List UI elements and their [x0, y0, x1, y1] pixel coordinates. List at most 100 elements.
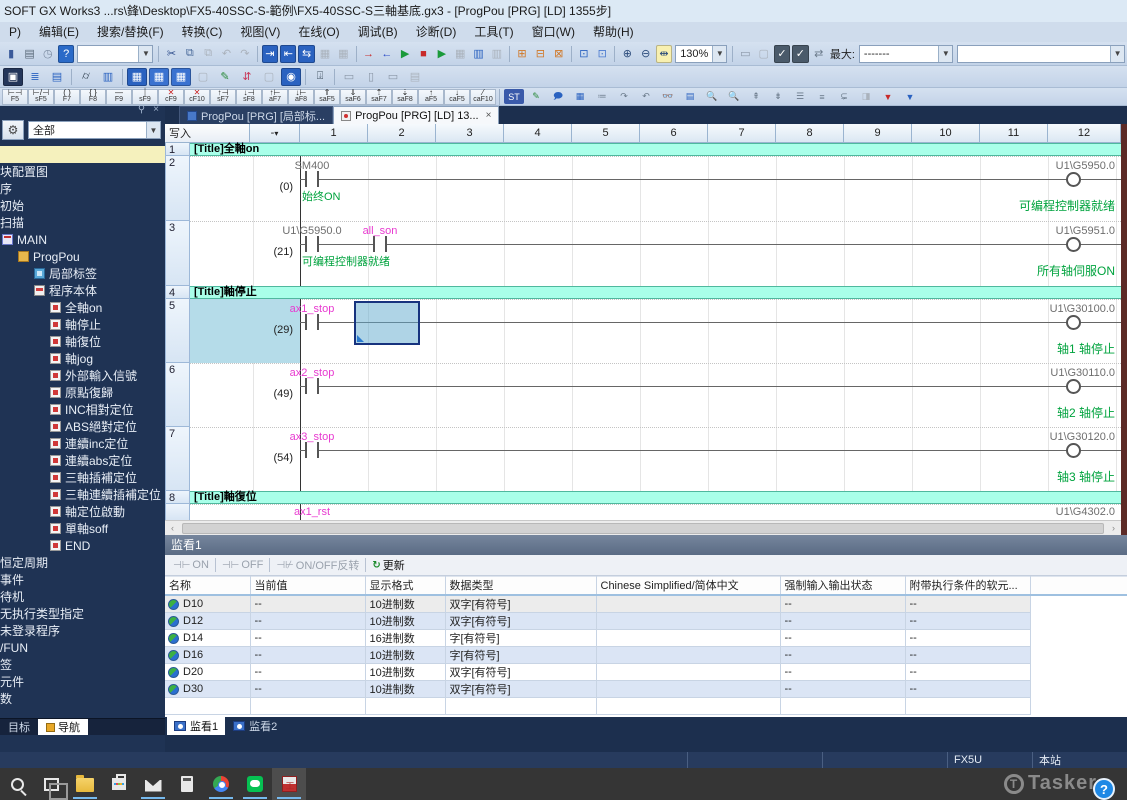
watch-cell-format[interactable]: 10进制数: [365, 663, 446, 681]
taskbar-gxworks3-button[interactable]: [272, 768, 306, 800]
contact-symbol[interactable]: [373, 236, 387, 252]
pc-monitor2-icon[interactable]: ⊡: [594, 45, 610, 63]
watch-cell-exec[interactable]: --: [905, 612, 1031, 630]
taskbar-taskview-button[interactable]: [34, 768, 68, 800]
note-edit-icon[interactable]: ✎: [215, 68, 235, 86]
watch-header-6[interactable]: 附带执行条件的软元...: [905, 576, 1031, 596]
watch-cell-comment[interactable]: [596, 629, 781, 647]
watch-cell-format[interactable]: 10进制数: [365, 646, 446, 664]
ins1-icon[interactable]: ▼: [878, 89, 898, 104]
watch-row-empty[interactable]: [165, 697, 1127, 715]
window-small2-icon[interactable]: ▯: [361, 68, 381, 86]
sidebar-item-MAIN[interactable]: MAIN: [0, 231, 165, 248]
ladder-key-sF7[interactable]: ↑⊣ sF7: [210, 88, 236, 105]
sidebar-item-軸停止[interactable]: 軸停止: [0, 316, 165, 333]
watch-cell-value[interactable]: --: [250, 612, 366, 630]
taskbar-chrome-button[interactable]: [204, 768, 238, 800]
stop-icon[interactable]: ←: [379, 45, 395, 63]
watch-cell-name[interactable]: D12: [165, 612, 251, 630]
watch-cell-type[interactable]: 双字[有符号]: [445, 663, 597, 681]
window-arrange-icon[interactable]: ⊠: [551, 45, 567, 63]
sidebar-tab-目标[interactable]: 目标: [0, 719, 38, 735]
cut-icon[interactable]: ✂: [163, 45, 179, 63]
taskbar-line-button[interactable]: [238, 768, 272, 800]
statement2-icon[interactable]: ≔: [592, 89, 612, 104]
watch-cell-format[interactable]: 10进制数: [365, 594, 446, 613]
sidebar-item-签[interactable]: 签: [0, 656, 165, 673]
watch-cell-name[interactable]: D20: [165, 663, 251, 681]
help-bubble-icon[interactable]: ?: [1093, 778, 1115, 800]
sidebar-item-初始[interactable]: 初始: [0, 197, 165, 214]
panel-close-icon[interactable]: ×: [153, 106, 159, 115]
sidebar-item-連續abs定位[interactable]: 連續abs定位: [0, 452, 165, 469]
device-eye-icon[interactable]: ◉: [281, 67, 301, 86]
close-icon[interactable]: ×: [486, 110, 492, 121]
zoom-out-icon[interactable]: ⊖: [638, 45, 654, 63]
sidebar-item-序[interactable]: 序: [0, 180, 165, 197]
read-mode-icon[interactable]: 👓: [658, 89, 678, 104]
ladder-key-F9[interactable]: — F9: [106, 88, 132, 105]
paste-icon[interactable]: ⧉: [200, 45, 216, 63]
menu-item-1[interactable]: 编辑(E): [30, 22, 88, 42]
menu-item-4[interactable]: 视图(V): [231, 22, 289, 42]
watch-row-D14[interactable]: D14 -- 16进制数 字[有符号] -- --: [165, 629, 1127, 647]
watch-cell-force[interactable]: --: [780, 629, 906, 647]
watch-cell-value[interactable]: --: [250, 629, 366, 647]
ladder-key-saF7[interactable]: ⇡ saF7: [366, 88, 392, 105]
device-comment2-icon[interactable]: ▦: [570, 89, 590, 104]
dock1-icon[interactable]: ◨: [856, 89, 876, 104]
taskbar-calculator-button[interactable]: [170, 768, 204, 800]
check-parameter-icon[interactable]: ✓: [792, 44, 809, 63]
sidebar-item-程序本体[interactable]: 程序本体: [0, 282, 165, 299]
print-icon[interactable]: ▤: [21, 45, 37, 63]
watch-cell-comment[interactable]: [596, 612, 781, 630]
watch-cell-exec[interactable]: --: [905, 629, 1031, 647]
watch-cell-force[interactable]: --: [780, 663, 906, 681]
watch-cell-type[interactable]: 双字[有符号]: [445, 612, 597, 630]
watch-cell-format[interactable]: 10进制数: [365, 612, 446, 630]
taskbar-search-button[interactable]: [0, 768, 34, 800]
sidebar-item-外部輸入信號[interactable]: 外部輸入信號: [0, 367, 165, 384]
sidebar-item-軸jog[interactable]: 軸jog: [0, 350, 165, 367]
watch-header-5[interactable]: 强制输入输出状态: [780, 576, 906, 596]
watch-cell-type[interactable]: 双字[有符号]: [445, 594, 597, 613]
tree-filter-combo[interactable]: 全部 ▼: [28, 121, 161, 139]
watch-toolbar-ON[interactable]: ⊣⊢ ON: [169, 556, 213, 574]
sidebar-item-單軸soff[interactable]: 單軸soff: [0, 520, 165, 537]
window-small4-icon[interactable]: ▤: [405, 68, 425, 86]
doc-gen-icon[interactable]: ▤: [680, 89, 700, 104]
sidebar-item-連續inc定位[interactable]: 連續inc定位: [0, 435, 165, 452]
watch-cell-force[interactable]: --: [780, 646, 906, 664]
history-icon[interactable]: ◷: [40, 45, 56, 63]
sidebar-item-块配置图[interactable]: 块配置图: [0, 163, 165, 180]
wrap-icon[interactable]: ⊊: [834, 89, 854, 104]
simulation-icon[interactable]: ▣: [3, 67, 23, 86]
inline-st-icon[interactable]: ST: [504, 89, 524, 104]
watch-cell-name[interactable]: D14: [165, 629, 251, 647]
sidebar-item-三軸插補定位[interactable]: 三軸插補定位: [0, 469, 165, 486]
contact-symbol[interactable]: [305, 171, 319, 187]
element-select-icon[interactable]: ▤: [47, 68, 67, 86]
sidebar-item-三軸連續插補定位[interactable]: 三軸連續插補定位: [0, 486, 165, 503]
menu-item-0[interactable]: P): [0, 22, 30, 42]
save-icon[interactable]: ▮: [3, 45, 19, 63]
menu-item-2[interactable]: 搜索/替换(F): [88, 22, 173, 42]
document-tab-0[interactable]: ProgPou [PRG] [局部标...: [179, 106, 334, 124]
watch-header-0[interactable]: 名称: [165, 576, 251, 596]
gear-icon[interactable]: ⚙: [2, 120, 24, 140]
sidebar-item-待机[interactable]: 待机: [0, 588, 165, 605]
taskbar-explorer-button[interactable]: [68, 768, 102, 800]
watch-row-D12[interactable]: D12 -- 10进制数 双字[有符号] -- --: [165, 612, 1127, 630]
help-icon[interactable]: ?: [58, 44, 75, 63]
watch-row-D30[interactable]: D30 -- 10进制数 双字[有符号] -- --: [165, 680, 1127, 698]
ladder-key-aF5[interactable]: ↑ aF5: [418, 88, 444, 105]
sidebar-item-扫描[interactable]: 扫描: [0, 214, 165, 231]
scroll-right-icon[interactable]: ›: [1106, 521, 1121, 536]
ladder-key-sF5[interactable]: ⊢/⊣ sF5: [28, 88, 54, 105]
ladder-key-caF10[interactable]: ⁄ caF10: [470, 88, 496, 105]
ladder-key-saF6[interactable]: ⇓ saF6: [340, 88, 366, 105]
contact-symbol[interactable]: [305, 314, 319, 330]
sidebar-item-无执行类型指定[interactable]: 无执行类型指定: [0, 605, 165, 622]
device-find-icon[interactable]: ⍗: [310, 68, 330, 86]
watch-cell-comment[interactable]: [596, 680, 781, 698]
